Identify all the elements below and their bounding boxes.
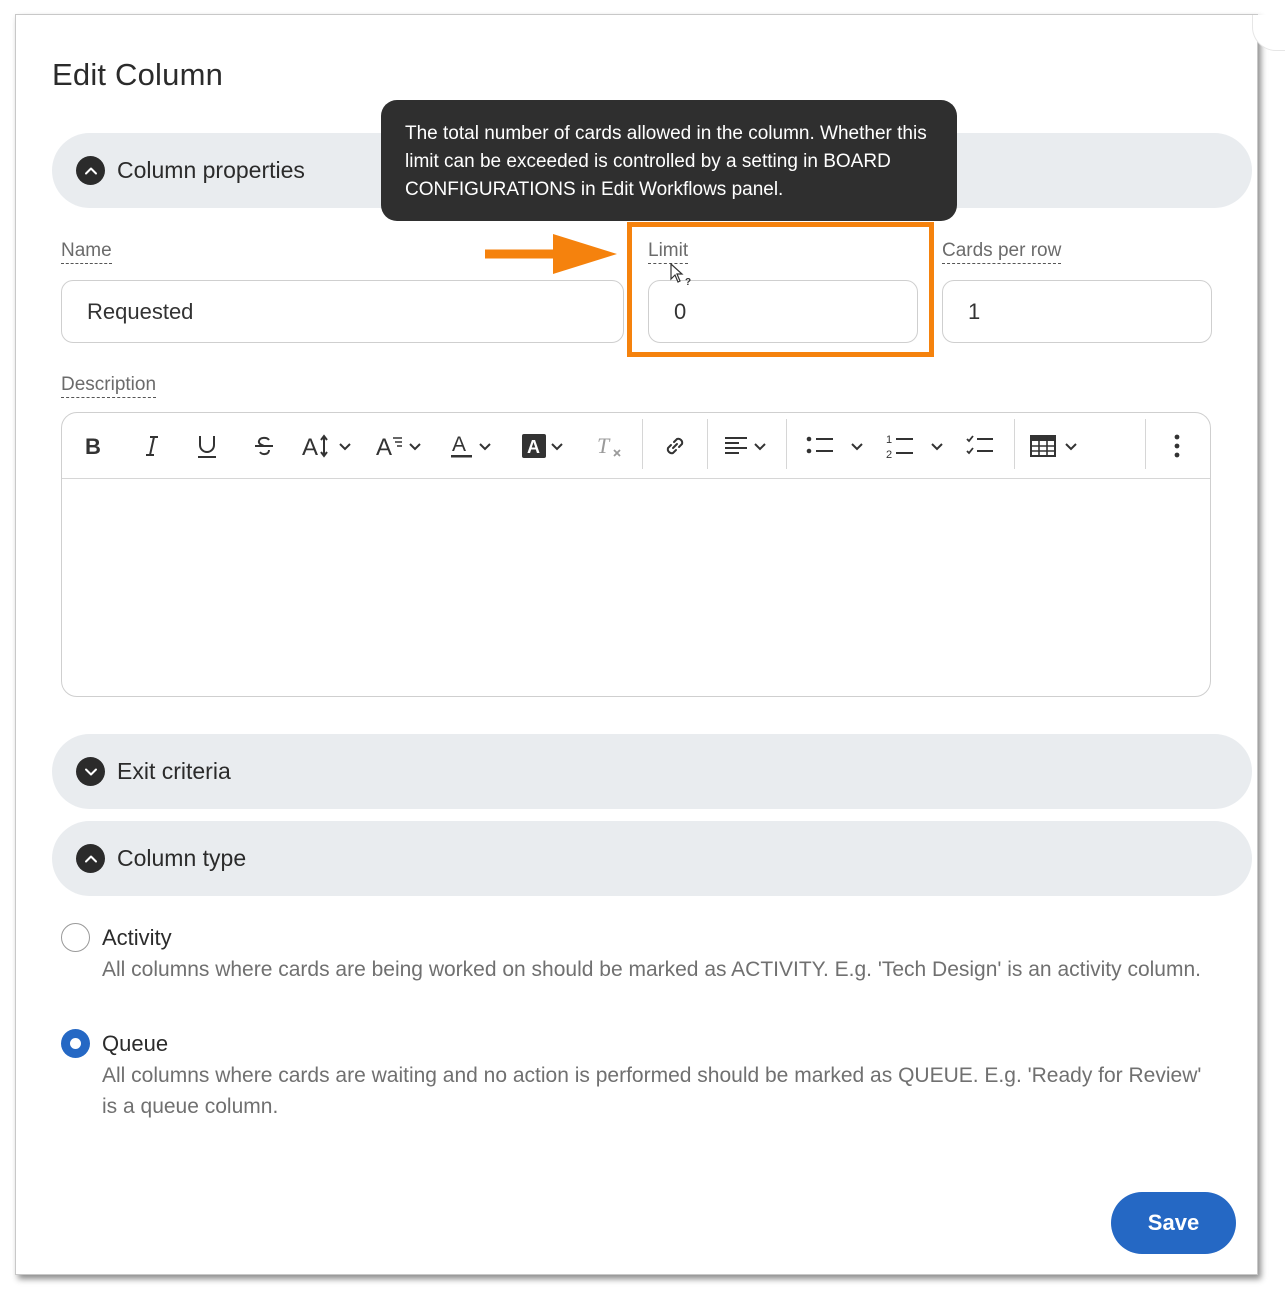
svg-text:2: 2 [886, 449, 892, 460]
italic-icon[interactable] [140, 413, 164, 479]
align-icon[interactable] [723, 413, 767, 479]
underline-icon[interactable] [195, 413, 219, 479]
section-column-type[interactable]: Column type [52, 821, 1252, 896]
svg-text:A: A [376, 434, 392, 459]
link-icon[interactable] [662, 413, 688, 479]
section-title: Exit criteria [117, 758, 231, 784]
bold-icon[interactable]: B [82, 413, 106, 479]
text-color-icon[interactable]: A [450, 413, 492, 479]
numbered-list-icon[interactable]: 12 [886, 413, 944, 479]
activity-option-description: All columns where cards are being worked… [102, 958, 1201, 981]
svg-text:A: A [527, 437, 540, 457]
clear-format-icon[interactable]: T [597, 413, 625, 479]
svg-text:1: 1 [886, 434, 892, 446]
help-cursor-icon: ? [670, 263, 691, 288]
toolbar-divider [1014, 419, 1015, 469]
svg-text:A: A [302, 434, 318, 459]
table-icon[interactable] [1030, 413, 1078, 479]
toolbar-divider [642, 419, 643, 469]
more-icon[interactable] [1170, 413, 1184, 479]
section-title: Column properties [117, 157, 305, 183]
chevron-up-icon [76, 156, 105, 185]
activity-radio[interactable] [61, 923, 90, 952]
section-title: Column type [117, 845, 247, 871]
strikethrough-icon[interactable] [252, 413, 276, 479]
queue-option-title: Queue [102, 1031, 169, 1056]
description-label: Description [61, 374, 157, 398]
svg-text:B: B [85, 434, 101, 458]
limit-tooltip: The total number of cards allowed in the… [381, 100, 957, 221]
radio-dot [70, 1038, 81, 1049]
queue-option-description: All columns where cards are waiting and … [102, 1064, 1202, 1118]
name-label: Name [61, 240, 112, 264]
section-exit-criteria[interactable]: Exit criteria [52, 734, 1252, 809]
close-button[interactable] [1252, 15, 1285, 51]
font-size-icon[interactable]: A [302, 413, 352, 479]
dialog-title: Edit Column [52, 57, 224, 92]
name-input[interactable]: Requested [61, 280, 624, 343]
cards-per-row-label: Cards per row [942, 240, 1062, 264]
highlight-icon[interactable]: A [522, 413, 564, 479]
description-editor[interactable]: B A A A A T 1 2 [61, 412, 1211, 697]
svg-text:?: ? [685, 277, 691, 288]
editor-content[interactable] [62, 479, 1210, 696]
queue-radio[interactable] [61, 1029, 90, 1058]
toolbar-divider [786, 419, 787, 469]
toolbar-divider [707, 419, 708, 469]
annotation-arrow-icon [485, 234, 617, 274]
annotation-highlight-box [627, 222, 934, 357]
svg-text:T: T [597, 433, 611, 458]
chevron-down-icon [76, 757, 105, 786]
editor-toolbar: B A A A A T 1 2 [62, 413, 1210, 479]
font-family-icon[interactable]: A [376, 413, 422, 479]
cards-per-row-input[interactable]: 1 [942, 280, 1212, 343]
checklist-icon[interactable] [966, 413, 994, 479]
toolbar-divider [1145, 419, 1146, 469]
activity-option-title: Activity [102, 925, 172, 950]
svg-text:A: A [452, 433, 466, 456]
bullet-list-icon[interactable] [806, 413, 864, 479]
chevron-up-icon [76, 844, 105, 873]
save-button[interactable]: Save [1111, 1192, 1236, 1254]
